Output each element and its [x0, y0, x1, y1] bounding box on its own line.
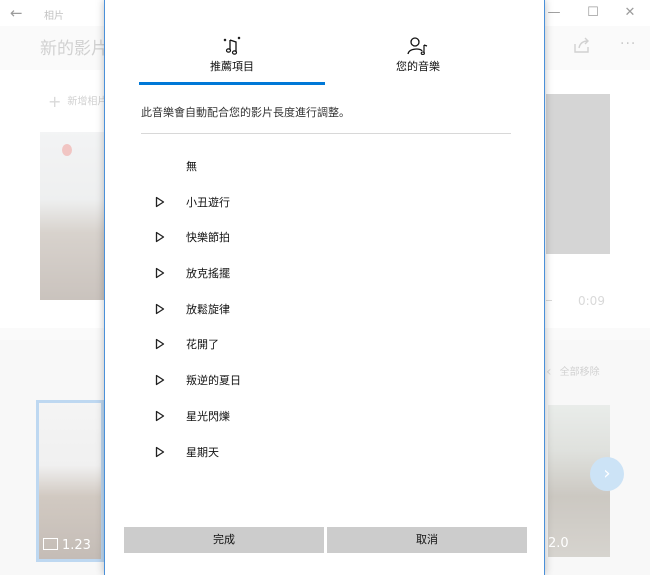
next-arrow-icon[interactable]: ›	[590, 457, 624, 491]
music-item-label: 星期天	[186, 445, 219, 459]
project-title: 新的影片	[40, 39, 108, 59]
tab-your-music[interactable]: 您的音樂	[325, 36, 511, 86]
tab-recommended[interactable]: 推薦項目	[139, 36, 325, 86]
storyboard-clip-selected[interactable]: 1.23	[36, 400, 104, 562]
play-icon[interactable]	[155, 303, 165, 315]
minimize-button[interactable]: —	[542, 2, 566, 24]
total-time: 0:09	[578, 294, 605, 308]
music-item-label: 快樂節拍	[186, 231, 230, 245]
music-item-label: 無	[186, 160, 197, 173]
music-item[interactable]: 放克搖擺	[141, 255, 511, 291]
done-button[interactable]: 完成	[124, 527, 324, 553]
close-button[interactable]: ✕	[618, 2, 642, 24]
more-options-icon[interactable]: ···	[620, 36, 636, 52]
clip-duration: 2.0	[548, 536, 569, 551]
play-icon[interactable]	[155, 446, 165, 458]
tab-your-music-label: 您的音樂	[396, 60, 440, 73]
tab-recommended-label: 推薦項目	[210, 60, 254, 73]
music-hint: 此音樂會自動配合您的影片長度進行調整。	[141, 106, 350, 119]
music-item-label: 放克搖擺	[186, 267, 230, 281]
play-icon[interactable]	[155, 374, 165, 386]
music-item-label: 放鬆旋律	[186, 302, 230, 316]
play-icon[interactable]	[155, 196, 165, 208]
music-item[interactable]: 放鬆旋律	[141, 291, 511, 327]
photo-thumbnail[interactable]	[40, 132, 104, 300]
play-icon[interactable]	[155, 267, 165, 279]
chevron-left-icon: ‹	[546, 364, 552, 380]
music-dialog: 推薦項目 您的音樂 此音樂會自動配合您的影片長度進行調整。 無小丑遊行快樂節拍放…	[104, 0, 545, 575]
music-item-label: 叛逆的夏日	[186, 374, 241, 388]
music-item[interactable]: 星光閃爍	[141, 398, 511, 434]
divider	[141, 133, 511, 134]
image-icon	[43, 538, 58, 550]
lantern-decoration	[62, 144, 72, 156]
music-item[interactable]: 無	[141, 148, 511, 184]
music-item[interactable]: 星期天	[141, 434, 511, 470]
music-list: 無小丑遊行快樂節拍放克搖擺放鬆旋律花開了叛逆的夏日星光閃爍星期天	[141, 148, 511, 469]
plus-icon: +	[48, 92, 62, 111]
cancel-button[interactable]: 取消	[327, 527, 527, 553]
play-icon[interactable]	[155, 410, 165, 422]
tab-selected-indicator	[139, 82, 325, 85]
remove-all-label: 全部移除	[559, 367, 600, 378]
music-item[interactable]: 快樂節拍	[141, 219, 511, 255]
music-item[interactable]: 叛逆的夏日	[141, 362, 511, 398]
video-preview[interactable]	[546, 94, 610, 254]
magic-music-icon	[223, 36, 241, 55]
music-item-label: 花開了	[186, 338, 219, 352]
clip-duration: 1.23	[43, 538, 91, 553]
back-arrow-icon[interactable]: ←	[10, 4, 30, 22]
music-item[interactable]: 小丑遊行	[141, 184, 511, 220]
person-music-icon	[407, 37, 428, 55]
play-icon[interactable]	[155, 338, 165, 350]
share-icon[interactable]	[572, 36, 592, 54]
add-photo-button[interactable]: + 新增相片	[48, 92, 107, 111]
timeline-mark	[546, 300, 552, 301]
play-icon[interactable]	[155, 231, 165, 243]
music-item[interactable]: 花開了	[141, 326, 511, 362]
add-photo-label: 新增相片	[67, 96, 108, 108]
maximize-button[interactable]: ☐	[581, 2, 605, 24]
remove-all-button[interactable]: ‹ 全部移除	[546, 363, 600, 380]
app-title: 相片	[44, 11, 64, 22]
music-item-label: 小丑遊行	[186, 195, 230, 209]
music-item-label: 星光閃爍	[186, 409, 230, 423]
